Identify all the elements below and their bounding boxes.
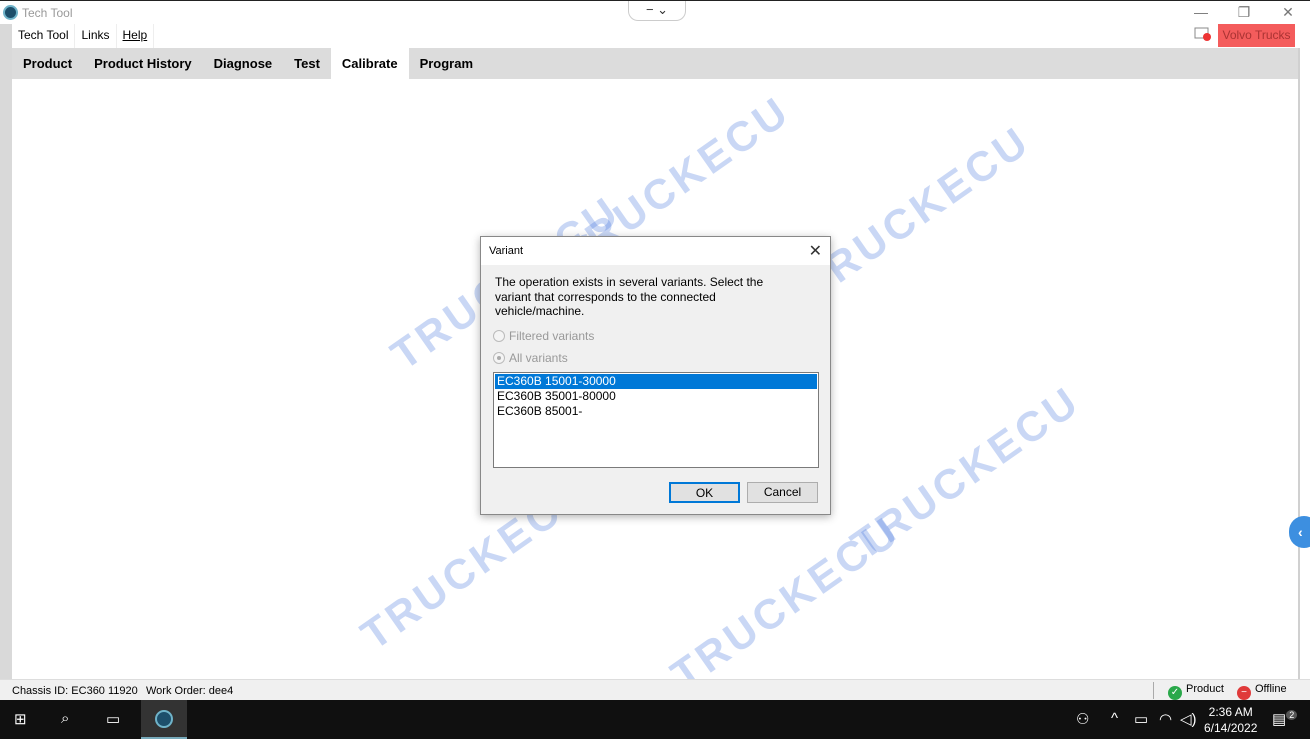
search-icon[interactable]: ⌕ xyxy=(61,710,69,727)
right-border xyxy=(1298,48,1300,679)
radio-icon xyxy=(493,352,505,364)
dialog-close-icon[interactable]: ✕ xyxy=(809,241,822,261)
ok-button[interactable]: OK xyxy=(669,482,740,503)
battery-icon[interactable]: ▭ xyxy=(1134,710,1148,728)
date: 6/14/2022 xyxy=(1204,721,1258,735)
check-icon: ✓ xyxy=(1168,686,1182,700)
cancel-button[interactable]: Cancel xyxy=(747,482,818,503)
dialog-message: The operation exists in several variants… xyxy=(495,275,764,318)
tab-test[interactable]: Test xyxy=(283,48,331,79)
radio-all-variants[interactable]: All variants xyxy=(493,351,568,365)
offline-status: − Offline xyxy=(1237,683,1287,700)
user-card-icon[interactable] xyxy=(1194,26,1212,45)
radio-filtered-variants[interactable]: Filtered variants xyxy=(493,329,594,343)
tab-product[interactable]: Product xyxy=(12,48,83,79)
wifi-icon[interactable]: ◠ xyxy=(1159,710,1172,728)
volume-icon[interactable]: ◁) xyxy=(1180,710,1197,728)
watermark: TRUCKECU xyxy=(662,506,909,699)
divider xyxy=(1153,682,1154,699)
status-bar: Chassis ID: EC360 11920 Work Order: dee4… xyxy=(0,679,1310,700)
product-status-label: Product xyxy=(1186,683,1224,695)
close-button[interactable]: ✕ xyxy=(1273,4,1303,21)
tech-tool-icon xyxy=(155,710,173,728)
dialog-title: Variant xyxy=(489,245,524,257)
brand-badge[interactable]: Volvo Trucks xyxy=(1218,24,1295,47)
clock[interactable]: 2:36 AM 6/14/2022 xyxy=(1204,704,1257,736)
tab-program[interactable]: Program xyxy=(409,48,484,79)
radio-icon xyxy=(493,330,505,342)
chassis-id: Chassis ID: EC360 11920 xyxy=(12,685,138,697)
variant-list[interactable]: EC360B 15001-30000 EC360B 35001-80000 EC… xyxy=(493,372,819,468)
list-item[interactable]: EC360B 15001-30000 xyxy=(495,374,817,389)
tab-calibrate[interactable]: Calibrate xyxy=(330,48,409,79)
product-status: ✓ Product xyxy=(1168,683,1224,700)
offline-status-label: Offline xyxy=(1255,683,1287,695)
chevron-up-icon[interactable]: ^ xyxy=(1111,710,1118,727)
dialog-title-bar: Variant ✕ xyxy=(481,237,830,265)
people-icon[interactable]: ⚇ xyxy=(1076,710,1089,728)
taskbar: ⊞ ⌕ ▭ ⚇ ^ ▭ ◠ ◁) 2:36 AM 6/14/2022 ▤ 2 xyxy=(0,700,1310,739)
radio-label: All variants xyxy=(509,351,568,365)
list-item[interactable]: EC360B 85001- xyxy=(495,404,817,419)
task-view-icon[interactable]: ▭ xyxy=(106,710,120,728)
work-order: Work Order: dee4 xyxy=(146,685,234,697)
window-center-controls[interactable]: − ⌄ xyxy=(628,1,686,21)
time: 2:36 AM xyxy=(1208,705,1253,719)
window-title: Tech Tool xyxy=(22,6,73,20)
main-tabs: Product Product History Diagnose Test Ca… xyxy=(12,48,1300,79)
menu-help[interactable]: Help xyxy=(117,24,155,48)
list-item[interactable]: EC360B 35001-80000 xyxy=(495,389,817,404)
tab-diagnose[interactable]: Diagnose xyxy=(203,48,284,79)
radio-label: Filtered variants xyxy=(509,329,595,343)
variant-dialog: Variant ✕ The operation exists in severa… xyxy=(480,236,831,515)
minus-circle-icon: − xyxy=(1237,686,1251,700)
menu-tech-tool[interactable]: Tech Tool xyxy=(12,24,76,48)
menu-bar: Tech Tool Links Help xyxy=(12,24,155,48)
left-border xyxy=(0,24,12,679)
windows-start-icon[interactable]: ⊞ xyxy=(14,710,27,728)
notification-count: 2 xyxy=(1286,710,1298,720)
notifications-icon[interactable]: ▤ 2 xyxy=(1272,710,1298,728)
chevron-left-icon[interactable]: ‹ xyxy=(1289,516,1310,548)
restore-button[interactable]: ❐ xyxy=(1229,4,1259,21)
tech-tool-logo-icon xyxy=(3,5,18,20)
minimize-button[interactable]: — xyxy=(1186,4,1216,20)
tech-tool-taskbar-button[interactable] xyxy=(141,700,187,739)
menu-links[interactable]: Links xyxy=(75,24,117,48)
title-bar: Tech Tool − ⌄ — ❐ ✕ xyxy=(0,0,1310,24)
tab-product-history[interactable]: Product History xyxy=(83,48,203,79)
